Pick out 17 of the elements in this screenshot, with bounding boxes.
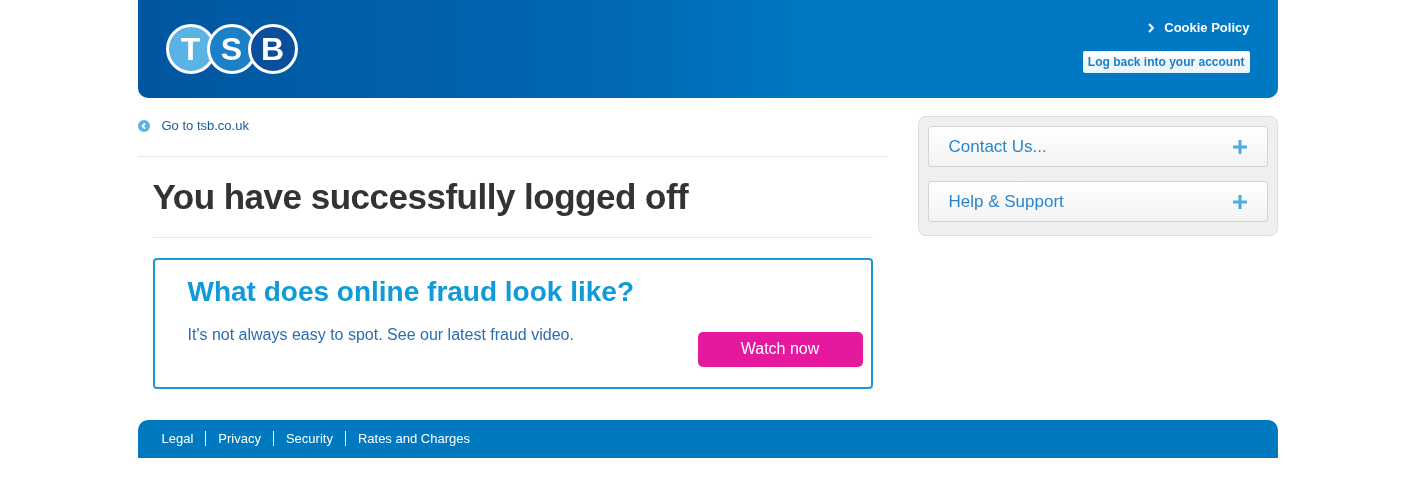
footer-link[interactable]: Rates and Charges — [357, 431, 470, 446]
watch-now-button[interactable]: Watch now — [697, 331, 863, 367]
promo-title: What does online fraud look like? — [187, 275, 635, 308]
promo-text: It's not always easy to spot. See our latest fraud video. — [187, 325, 574, 344]
login-button[interactable]: Log back into your account — [1082, 51, 1250, 73]
cookie-policy-link[interactable]: Cookie Policy — [1148, 20, 1250, 35]
plus-icon — [1232, 194, 1247, 209]
accordion-item[interactable]: Help & Support — [927, 181, 1268, 222]
plus-icon — [1232, 139, 1247, 154]
footer-link[interactable]: Legal — [161, 431, 194, 446]
accordion-item[interactable]: Contact Us... — [927, 126, 1268, 167]
logo-letter: B — [247, 24, 298, 74]
back-link[interactable]: Go to tsb.co.uk — [137, 118, 249, 133]
footer-link[interactable]: Privacy — [218, 431, 261, 446]
footer-link[interactable]: Security — [285, 431, 333, 446]
chevron-icon — [1148, 22, 1155, 33]
page-heading: You have successfully logged off — [152, 176, 690, 217]
